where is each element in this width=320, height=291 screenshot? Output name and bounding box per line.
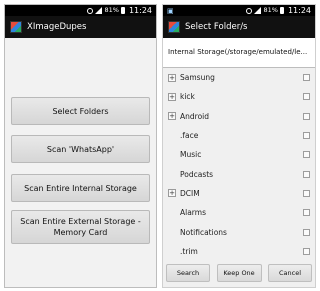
status-icons: 81% 11:24 [246, 5, 311, 16]
app-icon [168, 21, 180, 33]
folder-row[interactable]: Podcasts [163, 164, 315, 183]
folder-name: Music [180, 150, 202, 160]
folder-name: kick [180, 92, 195, 102]
folder-name: DCIM [180, 188, 200, 198]
battery-icon [279, 7, 284, 14]
folder-name: Android [180, 111, 209, 121]
dialog-title: Select Folder/s [185, 22, 248, 32]
folder-row[interactable]: + DCIM [163, 184, 315, 203]
folder-name: .trim [180, 246, 198, 256]
folder-checkbox[interactable] [303, 93, 310, 101]
scan-internal-storage-button[interactable]: Scan Entire Internal Storage [11, 174, 150, 202]
folder-row[interactable]: + kick [163, 87, 315, 106]
battery-percent: 81% [263, 6, 278, 14]
signal-icon [95, 7, 103, 14]
dialog-button-bar: Search Keep One Cancel [163, 259, 315, 287]
folder-name: Alarms [180, 208, 206, 218]
folder-row[interactable]: .face [163, 126, 315, 145]
folder-checkbox[interactable] [303, 228, 310, 236]
search-button[interactable]: Search [166, 264, 210, 282]
signal-icon [254, 7, 262, 14]
battery-percent: 81% [104, 6, 119, 14]
scan-whatsapp-button[interactable]: Scan 'WhatsApp' [11, 135, 150, 163]
folder-name: .face [180, 131, 199, 141]
image-notification-icon: ▣ [167, 7, 174, 15]
storage-path[interactable]: Internal Storage(/storage/emulated/le... [163, 38, 315, 68]
alarm-icon [87, 7, 94, 14]
expand-icon[interactable]: + [168, 189, 176, 198]
expand-icon[interactable]: + [168, 112, 176, 121]
cancel-button[interactable]: Cancel [268, 264, 312, 282]
select-folders-button[interactable]: Select Folders [11, 97, 150, 125]
app-icon [10, 21, 22, 33]
expand-icon[interactable]: + [168, 92, 176, 101]
status-bar: 81% 11:24 [5, 5, 156, 16]
folder-checkbox[interactable] [303, 247, 310, 255]
folder-row[interactable]: Alarms [163, 203, 315, 222]
main-menu: Select Folders Scan 'WhatsApp' Scan Enti… [5, 38, 156, 287]
status-time: 11:24 [128, 6, 152, 15]
folder-list: + Samsung + kick + Android .face Music P… [163, 68, 315, 261]
folder-checkbox[interactable] [303, 170, 310, 178]
status-icons: 81% 11:24 [87, 5, 152, 16]
battery-icon [120, 7, 125, 14]
folder-checkbox[interactable] [303, 151, 310, 159]
folder-checkbox[interactable] [303, 74, 310, 82]
select-folder-screen: ▣ 81% 11:24 Select Folder/s Internal Sto… [162, 4, 316, 288]
folder-checkbox[interactable] [303, 189, 310, 197]
folder-checkbox[interactable] [303, 209, 310, 217]
folder-name: Samsung [180, 73, 215, 83]
folder-name: Podcasts [180, 169, 214, 179]
action-bar: XImageDupes [5, 16, 156, 38]
folder-name: Notifications [180, 227, 227, 237]
status-bar: ▣ 81% 11:24 [163, 5, 315, 16]
folder-checkbox[interactable] [303, 132, 310, 140]
keep-one-button[interactable]: Keep One [216, 264, 262, 282]
composite-screenshot: 81% 11:24 XImageDupes Select Folders Sca… [0, 0, 320, 291]
folder-row[interactable]: Music [163, 145, 315, 164]
folder-row[interactable]: + Samsung [163, 68, 315, 87]
action-bar: Select Folder/s [163, 16, 315, 38]
folder-checkbox[interactable] [303, 112, 310, 120]
folder-row[interactable]: + Android [163, 107, 315, 126]
alarm-icon [246, 7, 253, 14]
scan-external-storage-button[interactable]: Scan Entire External Storage - Memory Ca… [11, 210, 150, 244]
status-time: 11:24 [287, 6, 311, 15]
expand-icon[interactable]: + [168, 73, 176, 82]
folder-row[interactable]: Notifications [163, 222, 315, 241]
main-screen: 81% 11:24 XImageDupes Select Folders Sca… [4, 4, 157, 288]
app-title: XImageDupes [27, 22, 87, 32]
